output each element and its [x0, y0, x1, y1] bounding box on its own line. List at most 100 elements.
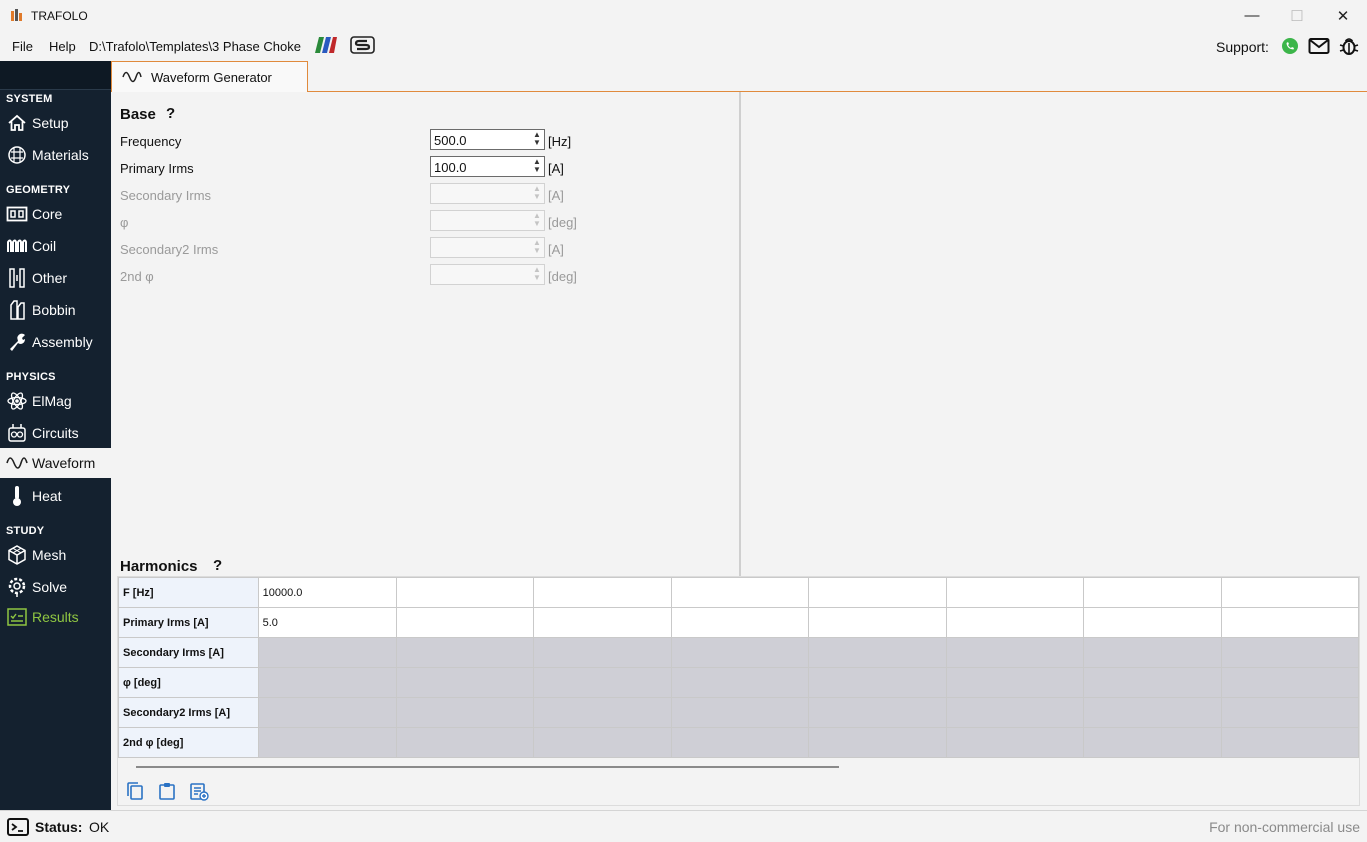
whatsapp-icon[interactable] [1279, 36, 1301, 56]
section-physics: PHYSICS [6, 371, 56, 383]
sidebar-item-mesh[interactable]: Mesh [0, 540, 111, 570]
primary-irms-spinbox[interactable]: 100.0 ▲ ▼ [430, 156, 545, 177]
main-content: Base ? Frequency 500.0 ▲ ▼ [Hz] Primary I… [111, 92, 1367, 810]
table-cell [257, 637, 397, 668]
table-cell[interactable] [670, 577, 810, 608]
waveform-plot-area [741, 92, 1367, 576]
table-cell [533, 697, 672, 728]
second-phi-spinbox[interactable]: ▲ ▼ [430, 264, 545, 285]
secondary-irms-spinbox[interactable]: ▲ ▼ [430, 183, 545, 204]
second-phi-label: 2nd φ [120, 269, 154, 284]
spin-arrows-icon[interactable]: ▲ ▼ [532, 266, 542, 283]
menu-help[interactable]: Help [49, 39, 76, 54]
minimize-button[interactable]: — [1229, 0, 1275, 31]
sidebar-item-results[interactable]: Results [0, 602, 111, 632]
table-cell[interactable] [1083, 577, 1222, 608]
table-cell [257, 727, 397, 758]
frequency-spinbox[interactable]: 500.0 ▲ ▼ [430, 129, 545, 150]
sidebar-item-materials[interactable]: Materials [0, 140, 111, 170]
paste-icon[interactable] [157, 781, 177, 801]
phi-spinbox[interactable]: ▲ ▼ [430, 210, 545, 231]
support-label: Support: [1216, 39, 1269, 55]
row-header: F [Hz] [118, 577, 259, 608]
menu-bar: File Help D:\Trafolo\Templates\3 Phase C… [0, 31, 1367, 61]
phi-unit: [deg] [548, 215, 577, 230]
spin-arrows-icon[interactable]: ▲ ▼ [532, 212, 542, 229]
sidebar-item-waveform[interactable]: Waveform [0, 448, 111, 478]
bug-report-icon[interactable] [1338, 36, 1360, 56]
title-bar: TRAFOLO — ☐ ✕ [0, 0, 1367, 31]
table-cell [257, 697, 397, 728]
table-cell[interactable] [1220, 577, 1360, 608]
table-row: φ [deg] [118, 667, 1360, 698]
sidebar-item-other[interactable]: Other [0, 263, 111, 293]
table-cell[interactable] [808, 607, 947, 638]
close-button[interactable]: ✕ [1320, 0, 1366, 31]
other-icon [6, 267, 28, 289]
primary-irms-label: Primary Irms [120, 161, 194, 176]
spin-arrows-icon[interactable]: ▲ ▼ [532, 158, 542, 175]
sidebar-item-label: Solve [32, 579, 68, 595]
table-cell[interactable] [395, 607, 535, 638]
home-icon [6, 112, 28, 134]
table-cell[interactable] [1220, 607, 1360, 638]
table-cell[interactable] [945, 607, 1085, 638]
cube-icon [6, 544, 28, 566]
base-help-icon[interactable]: ? [166, 105, 175, 122]
tab-waveform-generator[interactable]: Waveform Generator [111, 61, 308, 92]
table-cell[interactable] [1083, 607, 1222, 638]
row-header: Secondary2 Irms [A] [118, 697, 259, 728]
horizontal-scrollbar[interactable] [136, 766, 839, 768]
sidebar-item-heat[interactable]: Heat [0, 481, 111, 511]
status-value: OK [89, 819, 110, 835]
partner-logo-icon[interactable] [315, 37, 337, 53]
table-cell[interactable]: 10000.0 [257, 577, 397, 608]
sidebar-item-elmag[interactable]: ElMag [0, 386, 111, 416]
table-cell[interactable] [945, 577, 1085, 608]
table-cell [1083, 697, 1222, 728]
harmonics-help-icon[interactable]: ? [213, 557, 222, 574]
sidebar: SYSTEM Setup Materials GEOMETRY Core Coi… [0, 61, 111, 810]
add-column-icon[interactable] [189, 781, 209, 801]
sidebar-item-label: Circuits [32, 425, 79, 441]
mail-icon[interactable] [1308, 36, 1330, 56]
secondary2-irms-spinbox[interactable]: ▲ ▼ [430, 237, 545, 258]
sidebar-item-core[interactable]: Core [0, 199, 111, 229]
sidebar-item-coil[interactable]: Coil [0, 231, 111, 261]
table-cell[interactable] [670, 607, 810, 638]
sidebar-item-bobbin[interactable]: Bobbin [0, 295, 111, 325]
row-header: 2nd φ [deg] [118, 727, 259, 758]
sidebar-item-label: Bobbin [32, 302, 76, 318]
sidebar-item-label: Assembly [32, 334, 93, 350]
sidebar-item-label: ElMag [32, 393, 72, 409]
harmonics-heading: Harmonics [120, 558, 198, 575]
window-title: TRAFOLO [31, 9, 88, 23]
simulation-logo-icon[interactable] [350, 36, 375, 54]
spin-arrows-icon[interactable]: ▲ ▼ [532, 131, 542, 148]
table-cell [945, 667, 1085, 698]
section-system: SYSTEM [6, 93, 53, 105]
core-icon [6, 203, 28, 225]
table-cell[interactable] [533, 607, 672, 638]
gear-icon [6, 576, 28, 598]
row-header: Primary Irms [A] [118, 607, 259, 638]
table-cell [257, 667, 397, 698]
sidebar-item-label: Core [32, 206, 63, 222]
table-cell[interactable] [395, 577, 535, 608]
table-cell [533, 727, 672, 758]
sidebar-item-setup[interactable]: Setup [0, 108, 111, 138]
sidebar-item-assembly[interactable]: Assembly [0, 327, 111, 357]
table-cell[interactable] [808, 577, 947, 608]
sidebar-item-solve[interactable]: Solve [0, 572, 111, 602]
table-cell[interactable] [533, 577, 672, 608]
copy-icon[interactable] [125, 781, 145, 801]
table-cell [1220, 667, 1360, 698]
console-icon[interactable] [7, 817, 29, 837]
section-study: STUDY [6, 525, 45, 537]
menu-file[interactable]: File [12, 39, 33, 54]
spin-arrows-icon[interactable]: ▲ ▼ [532, 239, 542, 256]
table-cell[interactable]: 5.0 [257, 607, 397, 638]
sidebar-item-circuits[interactable]: Circuits [0, 418, 111, 448]
spin-arrows-icon[interactable]: ▲ ▼ [532, 185, 542, 202]
maximize-button[interactable]: ☐ [1274, 0, 1320, 31]
